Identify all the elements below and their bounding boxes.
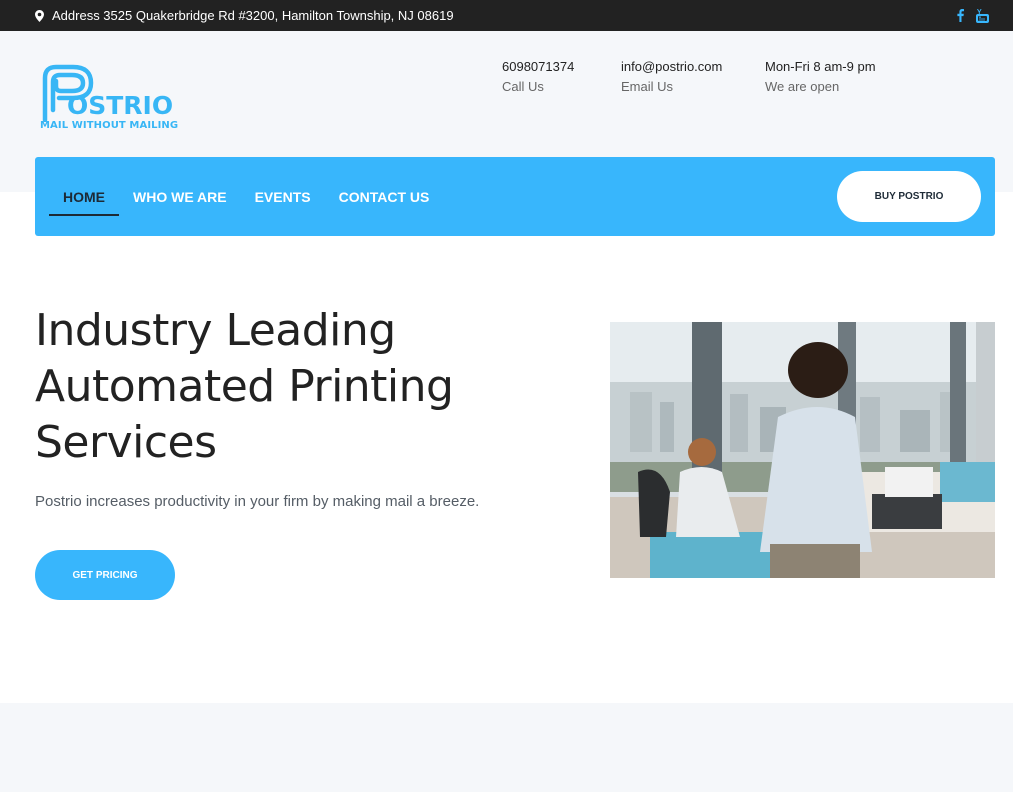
- nav-item-events[interactable]: EVENTS: [241, 157, 325, 236]
- contact-hours: Mon-Fri 8 am-9 pm We are open: [765, 57, 876, 97]
- nav-item-contact-us[interactable]: CONTACT US: [325, 157, 444, 236]
- logo-wordmark: OSTRIO: [67, 91, 174, 120]
- contact-email: info@postrio.com Email Us: [621, 57, 722, 97]
- address-line: Address 3525 Quakerbridge Rd #3200, Hami…: [35, 0, 454, 31]
- phone-value[interactable]: 6098071374: [502, 57, 574, 77]
- nav-item-home[interactable]: HOME: [49, 157, 119, 236]
- facebook-icon[interactable]: [957, 9, 964, 22]
- hero-office-photo: [610, 322, 995, 578]
- main-nav: HOME WHO WE ARE EVENTS CONTACT US BUY PO…: [35, 157, 995, 236]
- buy-postrio-button[interactable]: BUY POSTRIO: [837, 171, 981, 222]
- nav-menu: HOME WHO WE ARE EVENTS CONTACT US: [49, 157, 443, 236]
- address-text: Address 3525 Quakerbridge Rd #3200, Hami…: [52, 8, 454, 23]
- hero-title-line: Automated Printing: [35, 361, 454, 412]
- contact-phone: 6098071374 Call Us: [502, 57, 574, 97]
- next-section-band: [0, 703, 1013, 792]
- logo-tagline: MAIL WITHOUT MAILING: [40, 120, 179, 131]
- top-bar: Address 3525 Quakerbridge Rd #3200, Hami…: [0, 0, 1013, 31]
- social-links: [957, 0, 989, 31]
- hours-label: We are open: [765, 79, 840, 94]
- get-pricing-button[interactable]: GET PRICING: [35, 550, 175, 600]
- map-pin-icon: [35, 9, 44, 22]
- email-value[interactable]: info@postrio.com: [621, 57, 722, 77]
- hero-title-line: Industry Leading: [35, 305, 396, 356]
- hero-title: Industry Leading Automated Printing Serv…: [35, 303, 555, 471]
- hero-subtitle: Postrio increases productivity in your f…: [35, 493, 480, 510]
- youtube-icon[interactable]: [976, 8, 989, 23]
- nav-item-who-we-are[interactable]: WHO WE ARE: [119, 157, 241, 236]
- phone-label: Call Us: [502, 79, 544, 94]
- postrio-logo[interactable]: OSTRIO MAIL WITHOUT MAILING: [39, 64, 189, 136]
- hours-value: Mon-Fri 8 am-9 pm: [765, 59, 876, 74]
- hero-title-line: Services: [35, 417, 217, 468]
- email-label: Email Us: [621, 79, 674, 94]
